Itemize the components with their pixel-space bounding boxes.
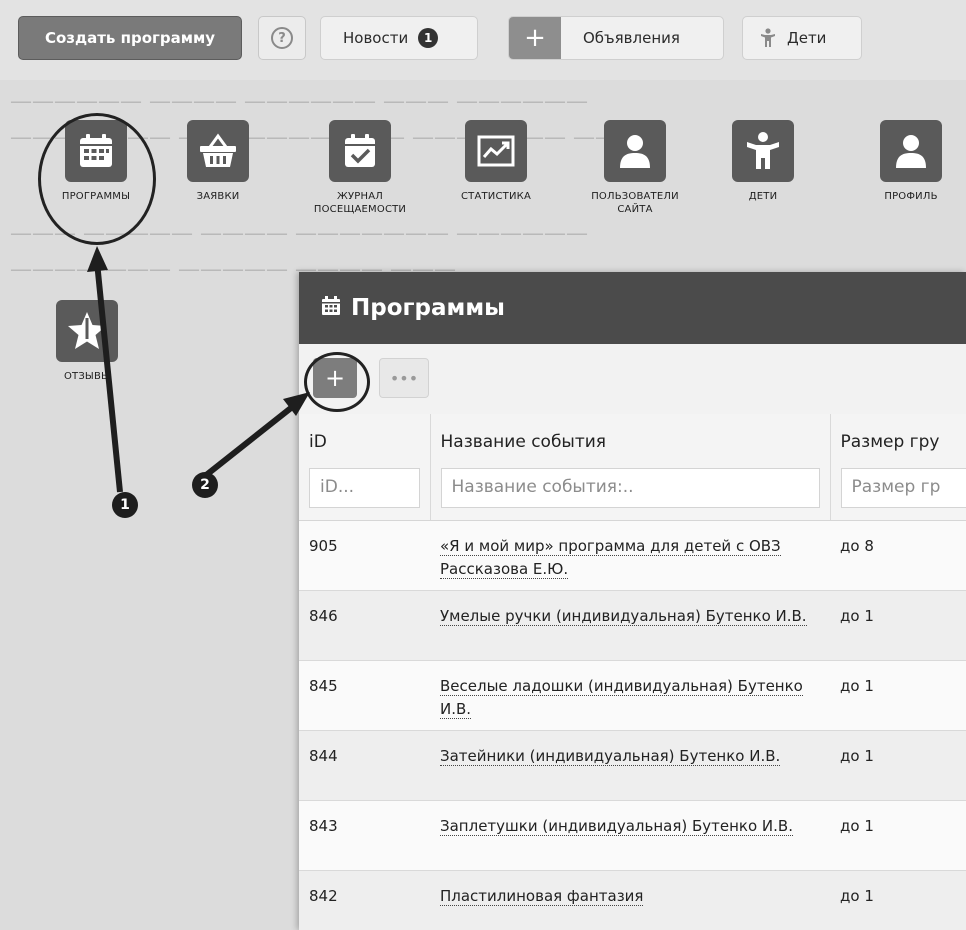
arrowhead-1 xyxy=(87,246,108,272)
arrow-2 xyxy=(203,401,298,479)
step-marker-1: 1 xyxy=(112,492,138,518)
arrow-1 xyxy=(94,261,123,493)
step-marker-2: 2 xyxy=(192,472,218,498)
annotation-arrows xyxy=(87,246,310,493)
